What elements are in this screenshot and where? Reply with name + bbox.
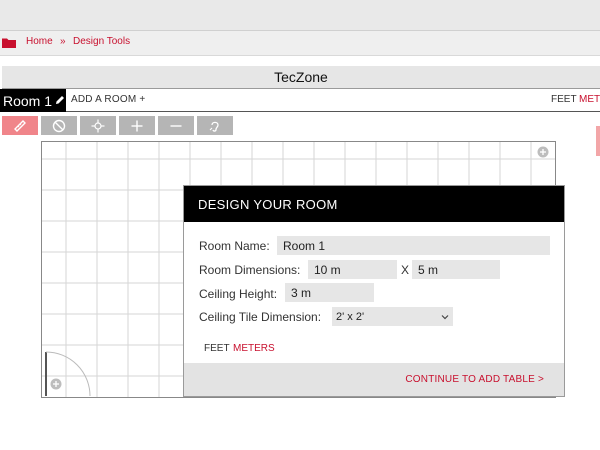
chevron-down-icon <box>441 314 449 319</box>
room-width-input[interactable]: 10 m <box>308 260 397 279</box>
dialog-unit-feet[interactable]: FEET <box>204 343 230 354</box>
grid-add-icon[interactable] <box>537 146 549 158</box>
minus-icon <box>170 124 182 127</box>
side-panel-handle[interactable] <box>596 126 600 156</box>
pencil-icon[interactable] <box>54 94 66 106</box>
plus-icon <box>131 120 143 131</box>
room-dimensions-label: Room Dimensions: <box>199 263 301 277</box>
top-bar <box>0 0 600 30</box>
breadcrumb-design-tools-link[interactable]: Design Tools <box>73 36 130 47</box>
zoom-out-tool-button[interactable] <box>158 116 194 135</box>
breadcrumb-divider <box>0 55 600 56</box>
unit-meters-toggle[interactable]: METERS <box>579 94 600 105</box>
breadcrumb-home-link[interactable]: Home <box>26 36 53 47</box>
design-room-dialog: DESIGN YOUR ROOM Room Name: Room 1 Room … <box>183 185 565 397</box>
ceiling-tile-select[interactable]: 2' x 2' <box>332 307 453 326</box>
ceiling-height-input[interactable]: 3 m <box>285 283 374 302</box>
add-room-button[interactable]: ADD A ROOM + <box>71 94 145 105</box>
ceiling-height-label: Ceiling Height: <box>199 287 278 301</box>
ear-icon <box>209 121 219 132</box>
ruler-tool-button[interactable] <box>2 116 38 135</box>
zoom-in-tool-button[interactable] <box>119 116 155 135</box>
ceiling-tile-label: Ceiling Tile Dimension: <box>199 310 322 324</box>
no-entry-tool-button[interactable] <box>41 116 77 135</box>
dialog-unit-meters[interactable]: METERS <box>233 343 275 354</box>
room-length-input[interactable]: 5 m <box>412 260 500 279</box>
ruler-icon <box>14 119 26 132</box>
breadcrumb-separator: » <box>60 36 66 47</box>
ceiling-tile-value: 2' x 2' <box>336 310 365 323</box>
app-title: TecZone <box>2 66 600 89</box>
continue-to-add-table-button[interactable]: CONTINUE TO ADD TABLE > <box>405 374 544 385</box>
hearing-tool-button[interactable] <box>197 116 233 135</box>
dialog-title: DESIGN YOUR ROOM <box>184 186 564 222</box>
crosshair-tool-button[interactable] <box>80 116 116 135</box>
room-name-input[interactable]: Room 1 <box>277 236 550 255</box>
crosshair-icon <box>91 119 105 132</box>
room-name-label: Room Name: <box>199 239 270 253</box>
room-tab-label: Room 1 <box>3 92 53 109</box>
door-add-icon[interactable] <box>50 378 62 390</box>
dimension-x-label: X <box>401 263 410 277</box>
folder-icon <box>2 38 16 48</box>
dialog-footer: CONTINUE TO ADD TABLE > <box>184 363 564 396</box>
no-entry-icon <box>52 119 66 132</box>
unit-feet-toggle[interactable]: FEET <box>551 94 577 105</box>
